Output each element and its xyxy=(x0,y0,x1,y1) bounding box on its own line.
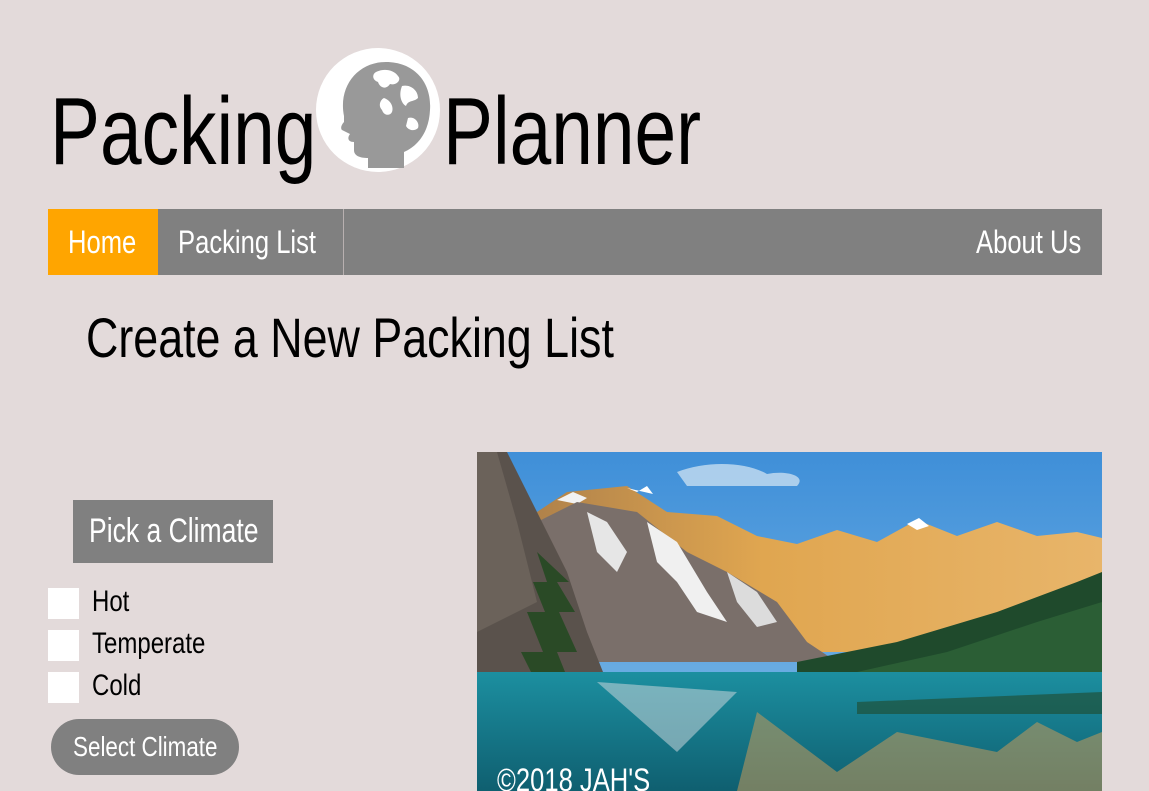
nav-home-label: Home xyxy=(68,224,137,260)
image-copyright-caption: ©2018 JAH'S xyxy=(497,762,651,791)
page-title: Create a New Packing List xyxy=(86,306,614,369)
climate-options: Hot Temperate Cold xyxy=(48,586,348,712)
site-logo: Packing Planner xyxy=(48,40,748,200)
pick-climate-label: Pick a Climate xyxy=(89,512,259,550)
mountain-lake-illustration xyxy=(477,452,1102,791)
logo-word-planner: Planner xyxy=(443,78,702,185)
climate-option-temperate: Temperate xyxy=(48,628,348,670)
nav-packing-list-label: Packing List xyxy=(178,224,317,260)
climate-option-cold: Cold xyxy=(48,670,348,712)
cold-checkbox[interactable] xyxy=(48,672,79,703)
hot-checkbox[interactable] xyxy=(48,588,79,619)
cold-label: Cold xyxy=(92,669,142,702)
globe-head-icon xyxy=(316,48,440,172)
nav-about-us[interactable]: About Us xyxy=(956,209,1102,275)
main-navbar: Home Packing List About Us xyxy=(48,209,1102,275)
temperate-checkbox[interactable] xyxy=(48,630,79,661)
logo-word-packing: Packing xyxy=(50,78,317,185)
nav-home[interactable]: Home xyxy=(48,209,158,275)
select-climate-button[interactable]: Select Climate xyxy=(51,719,239,775)
climate-option-hot: Hot xyxy=(48,586,348,628)
select-climate-label: Select Climate xyxy=(72,731,218,762)
nav-packing-list[interactable]: Packing List xyxy=(158,209,344,275)
pick-climate-badge: Pick a Climate xyxy=(73,500,273,563)
mountain-lake-image: ©2018 JAH'S xyxy=(477,452,1102,791)
temperate-label: Temperate xyxy=(92,627,206,660)
nav-about-us-label: About Us xyxy=(976,224,1082,260)
hot-label: Hot xyxy=(92,585,130,618)
